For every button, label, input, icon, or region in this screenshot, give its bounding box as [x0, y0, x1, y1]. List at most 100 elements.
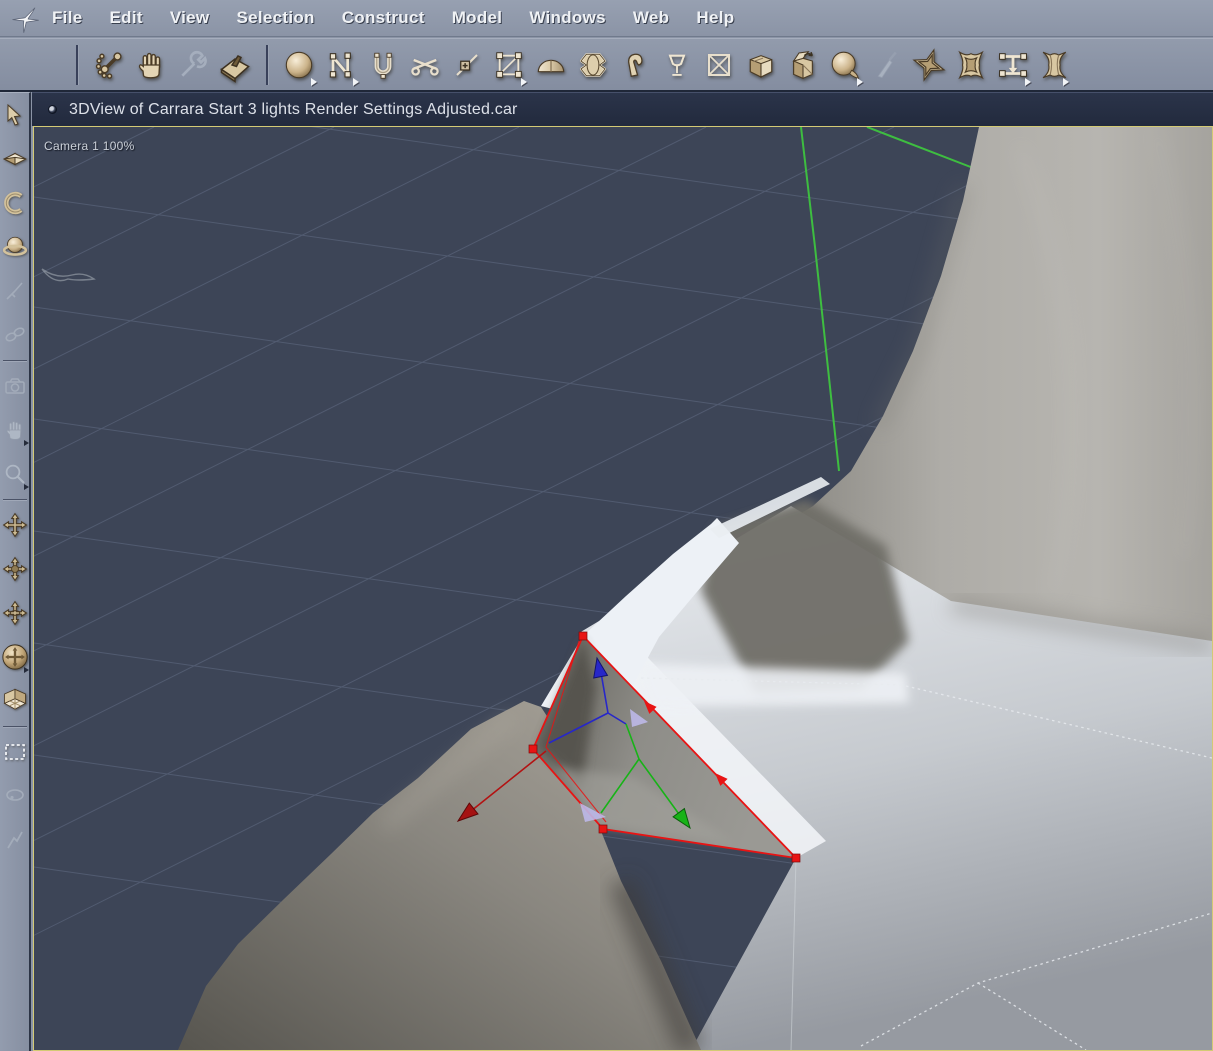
flyout-arrow-icon: [24, 440, 29, 446]
dome-icon: [537, 59, 565, 72]
bend-tube-icon: [628, 53, 643, 77]
paint-tool-button[interactable]: [0, 269, 30, 313]
loft-icon: [999, 52, 1027, 77]
scene-canvas[interactable]: [34, 127, 1212, 1050]
hand-icon: [138, 52, 161, 78]
scale-tool-button[interactable]: [0, 225, 30, 269]
marquee-icon: [5, 744, 25, 760]
goblet-lathe-tool-button[interactable]: [656, 42, 698, 88]
trowel-icon: [220, 54, 250, 83]
trackball-rotate-tool-button[interactable]: [0, 635, 30, 679]
pan-view-tool-button[interactable]: [0, 408, 30, 452]
cross-arrows-dot-icon: [2, 556, 28, 582]
magnet-tool-button[interactable]: [362, 42, 404, 88]
view-tool-sidebar: [0, 92, 31, 1051]
menu-edit[interactable]: Edit: [110, 8, 143, 28]
bank-camera-tool-button[interactable]: [0, 591, 30, 635]
rotate-tool-button[interactable]: [0, 181, 30, 225]
window-collapse-button[interactable]: [48, 105, 57, 114]
menu-web[interactable]: Web: [633, 8, 669, 28]
dome-tool-button[interactable]: [530, 42, 572, 88]
lathe-barrel-icon: [579, 52, 607, 77]
joint-rotate-tool-button[interactable]: [88, 42, 130, 88]
menu-bar: File Edit View Selection Construct Model…: [0, 0, 1213, 37]
delete-box-tool-button[interactable]: [698, 42, 740, 88]
scissors-cut-tool-button[interactable]: [404, 42, 446, 88]
working-box-tool-button[interactable]: [0, 679, 30, 723]
link-tool-button[interactable]: [0, 313, 30, 357]
menu-view[interactable]: View: [170, 8, 210, 28]
camera-tool-button[interactable]: [0, 364, 30, 408]
lasso-select-tool-button[interactable]: [0, 774, 30, 818]
sphere-icon: [285, 51, 313, 78]
menu-model[interactable]: Model: [452, 8, 503, 28]
wrench-icon: [181, 50, 207, 77]
3d-viewport[interactable]: Camera 1 100%: [33, 126, 1213, 1051]
joint-rotate-icon: [95, 51, 122, 79]
flyout-arrow-icon: [1063, 77, 1069, 86]
knife-icon: [877, 51, 897, 78]
modeling-toolbar: [0, 38, 1213, 92]
cube-primitive-tool-button[interactable]: [740, 42, 782, 88]
menu-construct[interactable]: Construct: [342, 8, 425, 28]
move-3d-icon: [3, 152, 27, 166]
flyout-arrow-icon: [521, 77, 527, 86]
cursor-arrow-icon: [7, 103, 22, 126]
cube-icon: [749, 54, 773, 78]
lathe-barrel-tool-button[interactable]: [572, 42, 614, 88]
sphere-primitive-tool-button[interactable]: [278, 42, 320, 88]
document-title: 3DView of Carrara Start 3 lights Render …: [69, 100, 518, 118]
knife-tool-button[interactable]: [866, 42, 908, 88]
document-titlebar[interactable]: 3DView of Carrara Start 3 lights Render …: [32, 92, 1213, 126]
scale-sphere-icon: [2, 236, 28, 256]
sidebar-separator: [2, 499, 27, 500]
translate-xy-tool-button[interactable]: [0, 503, 30, 547]
menu-file[interactable]: File: [52, 8, 83, 28]
loft-tool-button[interactable]: [992, 42, 1034, 88]
sweep-tool-button[interactable]: [1034, 42, 1072, 88]
smudge-sphere-tool-button[interactable]: [824, 42, 866, 88]
cross-arrows-icon: [2, 512, 28, 538]
magnet-icon: [374, 52, 392, 79]
trowel-smooth-tool-button[interactable]: [214, 42, 256, 88]
zoom-view-tool-button[interactable]: [0, 452, 30, 496]
move-3d-tool-button[interactable]: [0, 137, 30, 181]
menu-help[interactable]: Help: [696, 8, 734, 28]
spline-icon: [329, 51, 351, 78]
pin-icon: [456, 53, 478, 76]
select-arrow-tool-button[interactable]: [0, 93, 30, 137]
scale-frame-tool-button[interactable]: [488, 42, 530, 88]
scissors-icon: [411, 58, 439, 76]
working-box-icon: [3, 688, 27, 710]
wrench-tool-button[interactable]: [172, 42, 214, 88]
spline-curve-tool-button[interactable]: [320, 42, 362, 88]
unfold-box-tool-button[interactable]: [782, 42, 824, 88]
menu-windows[interactable]: Windows: [529, 8, 606, 28]
camera-label: Camera 1 100%: [44, 139, 135, 153]
marquee-select-tool-button[interactable]: [0, 730, 30, 774]
pin-add-point-tool-button[interactable]: [446, 42, 488, 88]
polyline-draw-tool-button[interactable]: [0, 818, 30, 862]
flyout-arrow-icon: [857, 77, 863, 86]
menu-selection[interactable]: Selection: [236, 8, 314, 28]
flyout-arrow-icon: [353, 77, 359, 86]
flyout-arrow-icon: [24, 667, 29, 673]
translate-camera-tool-button[interactable]: [0, 547, 30, 591]
paint-brush-icon: [6, 282, 23, 300]
cross-arrows-bar-icon: [2, 600, 28, 626]
pan-hand-tool-button[interactable]: [130, 42, 172, 88]
delete-box-icon: [708, 53, 730, 76]
smudge-sphere-icon: [831, 51, 859, 79]
scale-frame-icon: [496, 51, 522, 78]
toolbar-separator: [76, 44, 78, 85]
chain-link-icon: [5, 327, 25, 342]
camera-icon: [5, 378, 25, 394]
bend-tube-tool-button[interactable]: [614, 42, 656, 88]
carrara-logo-icon: [12, 7, 39, 33]
sidebar-separator: [2, 726, 27, 727]
rotate-icon: [4, 191, 23, 215]
magnifier-icon: [5, 464, 25, 484]
toolbar-separator: [266, 44, 268, 85]
star-extrude-tool-button[interactable]: [908, 42, 950, 88]
twist-extrude-tool-button[interactable]: [950, 42, 992, 88]
